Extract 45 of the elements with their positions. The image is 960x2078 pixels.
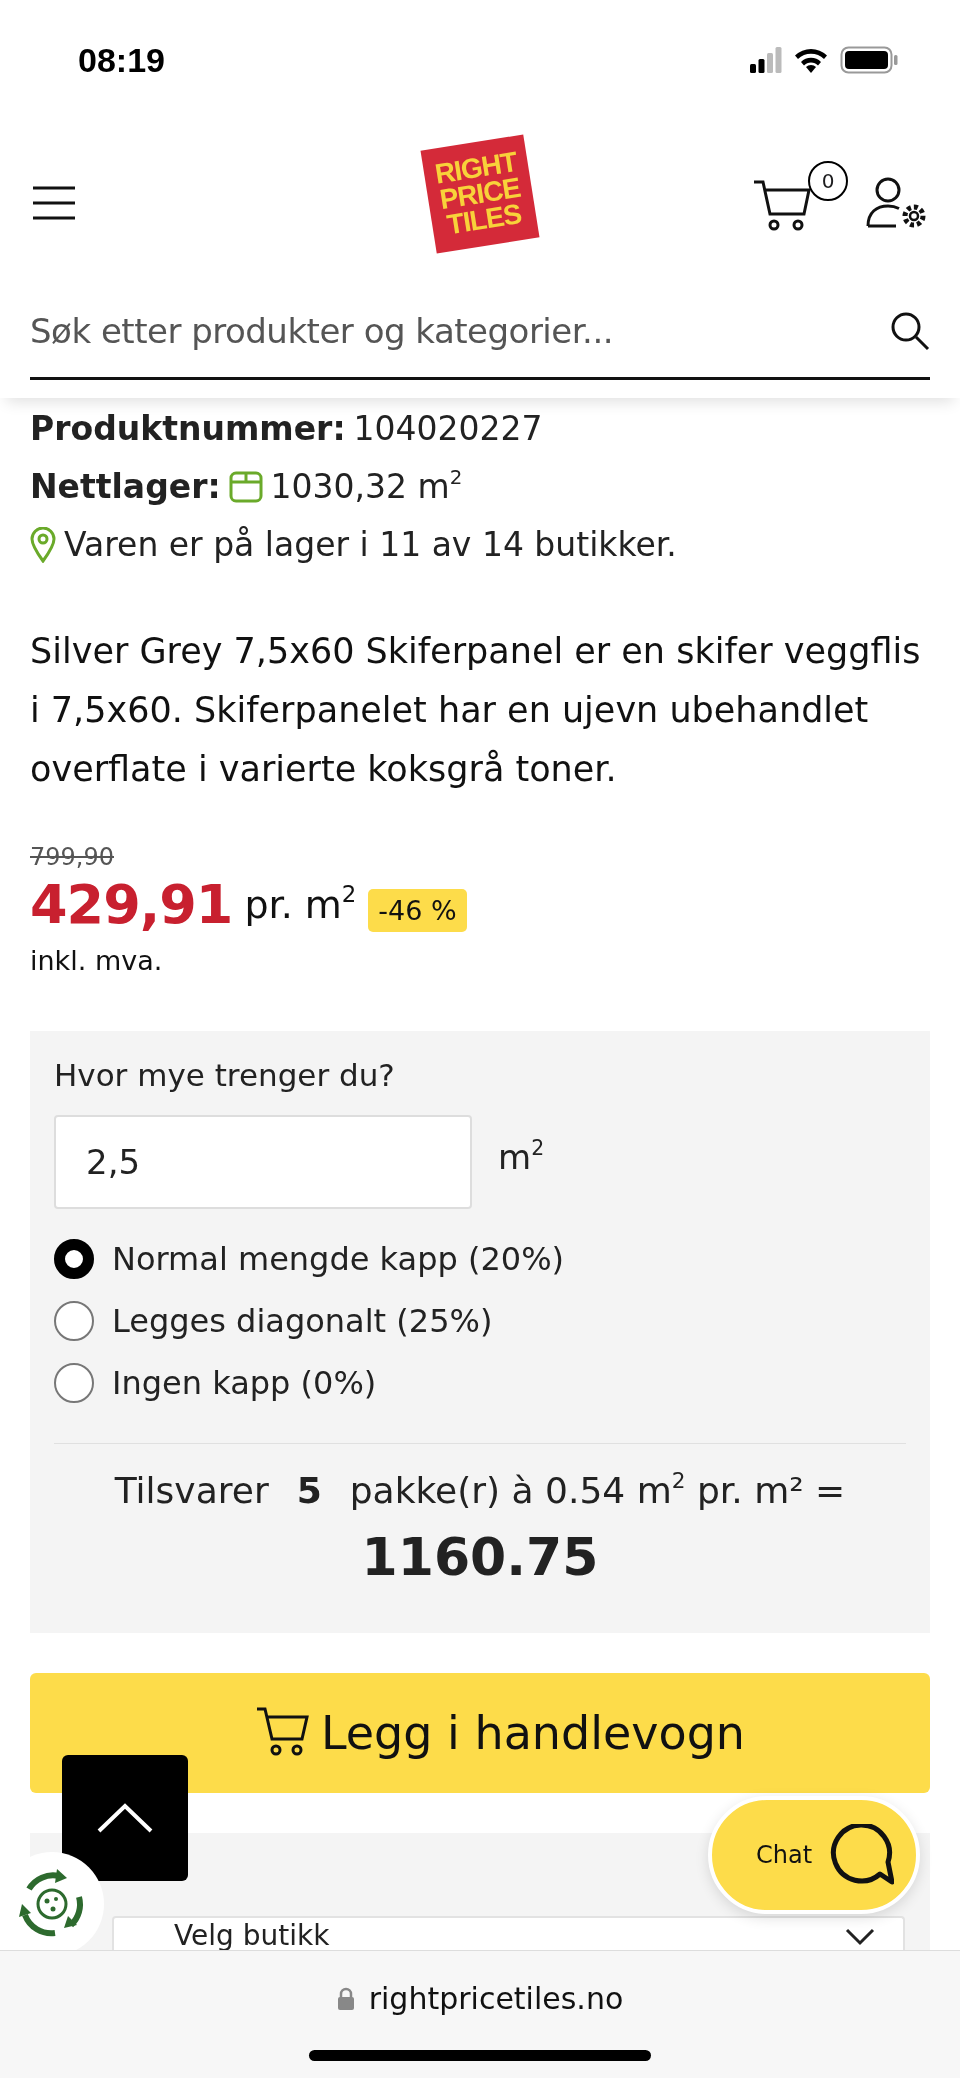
- quantity-input[interactable]: 2,5: [54, 1115, 472, 1209]
- menu-icon[interactable]: [32, 185, 76, 220]
- cart-count-badge: 0: [808, 160, 848, 201]
- waste-option[interactable]: Ingen kapp (0%): [54, 1363, 906, 1403]
- product-number: 104020227: [353, 408, 543, 450]
- waste-option[interactable]: Legges diagonalt (25%): [54, 1301, 906, 1341]
- wifi-icon: [794, 47, 828, 73]
- address-bar[interactable]: rightpricetiles.no: [336, 1981, 624, 2016]
- clock-time: 08:19: [78, 40, 165, 80]
- stock-label: Nettlager:: [30, 466, 221, 508]
- stock-amount: 1030,32 m$^{2}$: [270, 465, 463, 508]
- speech-bubble-icon: [830, 1824, 894, 1886]
- search-icon[interactable]: [890, 311, 930, 351]
- product-number-label: Produktnummer:: [30, 408, 346, 450]
- original-price: 799,90: [30, 843, 114, 871]
- availability-text: Varen er på lager i 11 av 14 butikker.: [64, 524, 677, 566]
- result-prefix: Tilsvarer: [114, 1470, 269, 1511]
- radio-button[interactable]: [54, 1239, 94, 1279]
- package-count: 5: [296, 1470, 322, 1511]
- cart-button[interactable]: 0: [752, 160, 848, 245]
- lock-icon: [336, 1986, 355, 2011]
- back-to-top-button[interactable]: [62, 1755, 188, 1881]
- product-description: Silver Grey 7,5x60 Skiferpanel er en skifer veggflis i 7,5x60. Skiferpanelet har en ujevn ubehandlet overflate i varierte koksgrå toner.: [30, 630, 922, 791]
- search-field[interactable]: Søk etter produkter og kategorier...: [30, 285, 930, 380]
- user-settings-icon[interactable]: [866, 175, 928, 230]
- cart-icon: [752, 178, 812, 233]
- chevron-down-icon: [845, 1926, 875, 1946]
- battery-icon: [840, 46, 898, 74]
- unit-label: m$^{2}$: [498, 1137, 545, 1177]
- waste-option[interactable]: Normal mengde kapp (20%): [54, 1239, 906, 1279]
- radio-button[interactable]: [54, 1301, 94, 1341]
- price-unit: pr. m$^{2}$: [244, 883, 357, 927]
- discount-badge: -46 %: [368, 888, 467, 932]
- location-pin-icon: [30, 527, 56, 563]
- chevron-up-icon: [97, 1803, 153, 1833]
- search-placeholder: Søk etter produkter og kategorier...: [30, 311, 613, 351]
- sale-price: 429,91: [30, 873, 233, 937]
- radio-button[interactable]: [54, 1363, 94, 1403]
- box-icon: [228, 471, 263, 503]
- signal-icon: [750, 47, 782, 73]
- quantity-question: Hvor mye trenger du?: [54, 1057, 396, 1093]
- vat-note: inkl. mva.: [30, 945, 163, 976]
- result-suffix: pakke(r) à 0.54 m$^{2}$ pr. m² =: [349, 1470, 846, 1511]
- total-price: 1160.75: [361, 1527, 599, 1587]
- add-to-cart-button[interactable]: Legg i handlevogn: [30, 1673, 930, 1793]
